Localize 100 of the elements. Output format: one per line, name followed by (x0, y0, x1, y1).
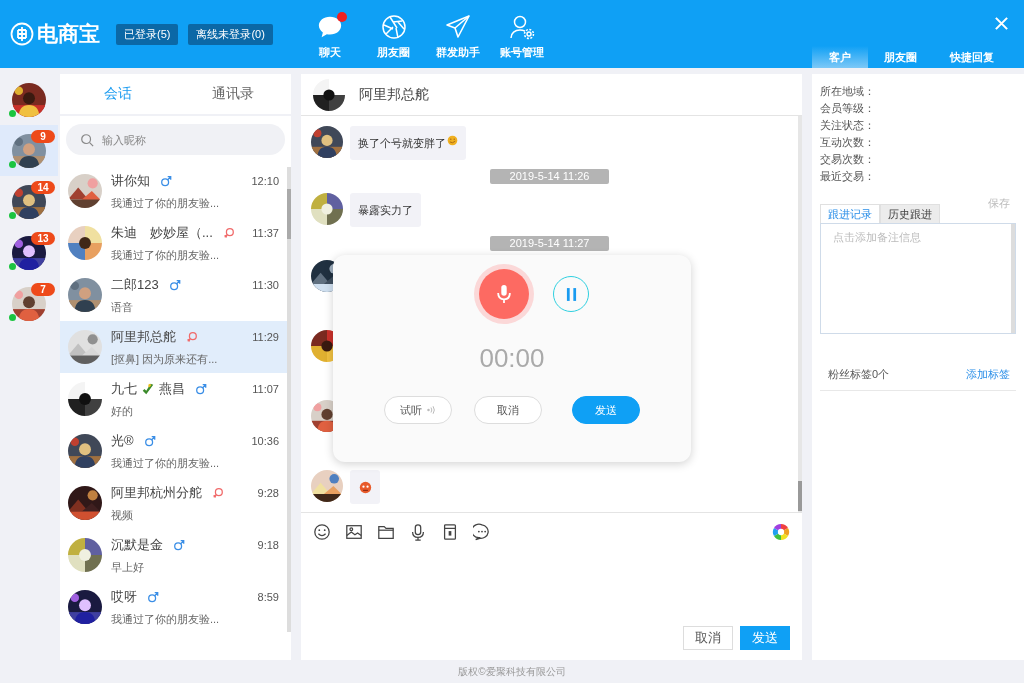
search-field[interactable]: 输入昵称 (66, 124, 285, 155)
unread-badge: 14 (31, 180, 55, 194)
message-preview: 我通过了你的朋友验... (111, 195, 221, 211)
unread-badge: 13 (31, 231, 55, 245)
contact-name: 哎呀 (111, 587, 137, 606)
panel-tab[interactable]: 快捷回复 (933, 46, 1011, 68)
female-icon (222, 226, 235, 239)
male-icon (143, 434, 156, 447)
male-icon (168, 278, 181, 291)
microphone-icon[interactable] (409, 522, 427, 541)
message-time: 11:07 (252, 382, 279, 395)
contact-name: 阿里邦总舵 (111, 327, 176, 346)
follow-tab[interactable]: 跟进记录 (820, 204, 880, 223)
close-icon[interactable] (994, 16, 1009, 31)
contact-name: 燕昌 (159, 379, 185, 398)
pause-icon (565, 287, 577, 301)
account-item[interactable]: 9 (0, 125, 58, 176)
conversation-item[interactable]: 二郎123 11:30 语音 (60, 269, 291, 321)
account-item[interactable]: 7 (0, 278, 58, 329)
chat-bubble-icon[interactable] (473, 522, 491, 541)
nav-item[interactable]: 朋友圈 (362, 0, 425, 68)
message-preview: 语音 (111, 299, 134, 315)
conversation-item[interactable]: 阿里邦杭州分舵 9:28 视频 (60, 477, 291, 529)
angry-emoji-icon (358, 480, 372, 494)
message-preview: [抠鼻] 因为原来还有... (111, 351, 219, 367)
microphone-icon (495, 283, 513, 305)
image-icon[interactable] (345, 522, 363, 541)
user-settings-icon (508, 14, 535, 40)
message-time: 11:29 (252, 330, 279, 343)
conversation-item[interactable]: 光® 10:36 我通过了你的朋友验... (60, 425, 291, 477)
message-time: 8:59 (257, 590, 279, 603)
female-icon (186, 330, 198, 343)
emoji-icon[interactable] (313, 522, 331, 541)
add-tag-link[interactable]: 添加标签 (966, 367, 1010, 382)
account-item[interactable]: 14 (0, 176, 58, 227)
field-label: 会员等级： (820, 101, 876, 116)
list-tab[interactable]: 会话 (60, 74, 176, 114)
field-label: 关注状态： (820, 118, 876, 133)
message-time: 10:36 (251, 434, 279, 447)
tags-label: 粉丝标签0个 (828, 367, 890, 382)
contact-name: 朱迪 妙妙屋（... (111, 223, 213, 242)
panel-tab[interactable]: 客户 (812, 46, 868, 68)
logo-text: 电商宝 (37, 21, 100, 47)
color-wheel-icon[interactable] (772, 522, 790, 541)
nav-item[interactable]: 聊天 (298, 0, 361, 68)
conversation-item[interactable]: 朱迪 妙妙屋（... 11:37 我通过了你的朋友验... (60, 217, 291, 269)
message-preview: 视频 (111, 507, 134, 523)
message-preview: 好的 (111, 403, 134, 419)
male-icon (160, 174, 172, 187)
timestamp: 2019-5-14 11:27 (490, 236, 609, 251)
male-icon (147, 590, 159, 603)
recording-timer: 00:00 (479, 343, 545, 374)
conversation-item[interactable]: 讲你知 12:10 我通过了你的朋友验... (60, 165, 291, 217)
field-label: 最近交易： (820, 169, 876, 184)
cancel-button[interactable]: 取消 (474, 396, 542, 424)
contact-name: 阿里邦杭州分舵 (111, 483, 202, 502)
nav-item[interactable]: 群发助手 (426, 0, 489, 68)
send-button[interactable]: 发送 (572, 396, 640, 424)
female-icon (212, 486, 224, 499)
field-label: 交易次数： (820, 152, 876, 167)
list-tab[interactable]: 通讯录 (175, 74, 291, 114)
message-time: 11:30 (252, 278, 279, 291)
send-button[interactable]: 发送 (740, 626, 790, 650)
preview-button[interactable]: 试听 (384, 396, 452, 424)
conversation-item[interactable]: 哎呀 8:59 我通过了你的朋友验... (60, 581, 291, 633)
field-label: 互动次数： (820, 135, 876, 150)
search-icon (80, 133, 94, 147)
conversation-item[interactable]: 九七 燕昌 11:07 好的 (60, 373, 291, 425)
conversation-item[interactable]: 沉默是金 9:18 早上好 (60, 529, 291, 581)
contact-name: 光® (111, 431, 134, 450)
message-time: 11:37 (252, 226, 279, 239)
message-preview: 我通过了你的朋友验... (111, 455, 221, 471)
message-text: 换了个号就变胖了 (358, 135, 446, 151)
cancel-button[interactable]: 取消 (683, 626, 733, 650)
message-text: 暴露实力了 (358, 202, 413, 218)
message-time: 9:28 (257, 486, 279, 499)
note-field[interactable]: 点击添加备注信息 (820, 223, 1016, 334)
contact-name: 沉默是金 (111, 535, 163, 554)
follow-tab[interactable]: 历史跟进 (880, 204, 940, 223)
chat-title: 阿里邦总舵 (359, 85, 429, 104)
contact-name: 讲你知 (111, 171, 150, 190)
save-button[interactable]: 保存 (988, 196, 1010, 211)
message-time: 12:10 (251, 174, 279, 187)
copyright-text: 版权©爱聚科技有限公司 (458, 664, 566, 679)
male-icon (195, 382, 207, 395)
unread-badge: 7 (31, 282, 55, 296)
status-button[interactable]: 已登录(5) (116, 23, 179, 45)
message-preview: 我通过了你的朋友验... (111, 247, 221, 263)
paper-plane-icon (444, 14, 471, 40)
account-item[interactable]: 13 (0, 227, 58, 278)
archive-icon[interactable] (441, 522, 459, 541)
unread-badge: 9 (31, 129, 55, 143)
contact-name: 九七 (111, 379, 137, 398)
message-preview: 我通过了你的朋友验... (111, 611, 221, 627)
panel-tab[interactable]: 朋友圈 (868, 46, 933, 68)
timestamp: 2019-5-14 11:26 (490, 169, 609, 184)
logo-icon (10, 22, 34, 46)
male-icon (173, 538, 185, 551)
status-button[interactable]: 离线未登录(0) (188, 23, 273, 45)
nav-item[interactable]: 账号管理 (490, 0, 553, 68)
